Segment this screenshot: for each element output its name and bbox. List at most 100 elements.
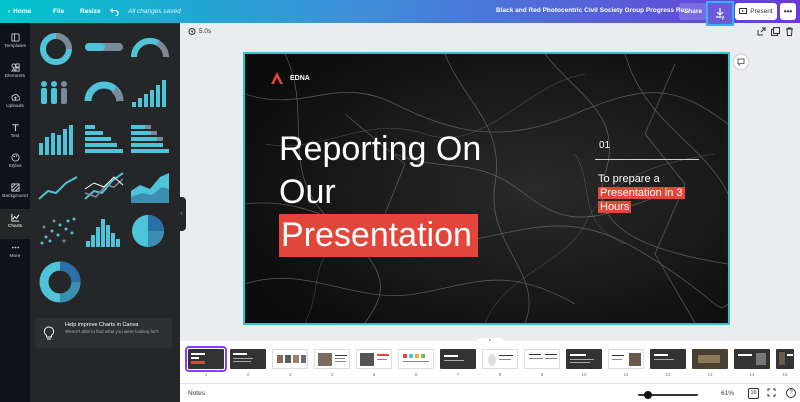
lightbulb-icon [43, 326, 55, 340]
notes-button[interactable]: Notes [188, 390, 205, 397]
timer-icon [188, 28, 196, 35]
chevron-left-icon: ‹ [180, 211, 183, 217]
area-chart-thumbnail[interactable] [130, 171, 170, 203]
sidebar-item-templates[interactable]: Templates [0, 29, 30, 59]
multi-line-chart-thumbnail[interactable] [84, 171, 124, 203]
sidebar-item-styles[interactable]: Styles [0, 149, 30, 179]
page-thumbnail[interactable] [230, 349, 266, 369]
page-thumbnail[interactable] [440, 349, 476, 369]
help-title: Help improve Charts in Canva [65, 322, 139, 328]
page-number: 10 [581, 372, 587, 377]
more-icon [11, 246, 19, 249]
resize-button[interactable]: Resize [80, 0, 101, 23]
stacked-bar-chart-thumbnail[interactable] [130, 123, 170, 155]
sidebar-item-background[interactable]: Background [0, 179, 30, 209]
page-number: 5 [372, 372, 376, 377]
add-comment-button[interactable] [734, 55, 748, 69]
help-body: Weren't able to find what you were looki… [65, 329, 159, 334]
donut-segments-thumbnail[interactable] [38, 260, 82, 304]
page-number: 13 [707, 372, 713, 377]
share-button[interactable]: Share [679, 3, 707, 20]
zoom-level[interactable]: 61% [721, 390, 734, 397]
scatter-plot-thumbnail[interactable] [38, 215, 78, 247]
histogram-thumbnail[interactable] [84, 215, 124, 247]
brand-logo-icon [271, 72, 283, 84]
styles-icon [10, 153, 20, 162]
line-chart-thumbnail[interactable] [38, 173, 78, 201]
help-improve-card[interactable]: Help improve Charts in Canva Weren't abl… [35, 318, 172, 348]
page-thumbnail[interactable] [482, 349, 518, 369]
download-button[interactable] [706, 1, 734, 26]
slide-number: 01 [599, 140, 611, 151]
subtitle-line-1: To prepare a [598, 173, 660, 185]
page-thumbnail[interactable] [356, 349, 392, 369]
duplicate-page-icon[interactable] [771, 27, 780, 36]
divider-line [595, 159, 699, 160]
page-number: 1 [204, 372, 208, 377]
page-thumbnail[interactable] [650, 349, 686, 369]
page-count-button[interactable]: 16 [748, 388, 759, 399]
subtitle-line-3: Hours [598, 201, 632, 213]
sidebar-item-text[interactable]: Text [0, 119, 30, 149]
page-number: 6 [414, 372, 418, 377]
sidebar-item-charts[interactable]: Charts [0, 209, 30, 239]
slide-canvas[interactable]: EDNA Reporting On Our Presentation 01 To… [243, 52, 730, 325]
page-number: 9 [540, 372, 544, 377]
donut-chart-thumbnail[interactable] [38, 31, 74, 67]
slide-timer[interactable]: 5.0s [188, 27, 211, 35]
page-thumbnail[interactable] [272, 349, 308, 369]
subtitle-line-2: Presentation in 3 [598, 187, 685, 199]
page-number: 3 [288, 372, 292, 377]
file-menu[interactable]: File [53, 0, 64, 23]
text-icon [11, 124, 19, 132]
share-page-icon[interactable] [757, 27, 766, 36]
page-thumbnail[interactable] [566, 349, 602, 369]
people-chart-thumbnail[interactable] [38, 80, 74, 106]
gauge-chart-thumbnail[interactable] [84, 81, 124, 103]
collapse-panel-button[interactable]: ‹ [177, 197, 186, 231]
save-status: All changes saved [128, 8, 181, 15]
sidebar-item-elements[interactable]: Elements [0, 59, 30, 89]
page-thumbnail[interactable] [314, 349, 350, 369]
brand-logo: EDNA [271, 72, 310, 84]
page-thumbnail[interactable] [776, 349, 794, 369]
page-number: 11 [623, 372, 629, 377]
half-dial-thumbnail[interactable] [130, 35, 170, 59]
page-thumbnail[interactable] [398, 349, 434, 369]
fullscreen-icon[interactable] [767, 388, 776, 397]
undo-button[interactable] [110, 0, 119, 23]
sidebar-item-more[interactable]: More [0, 239, 30, 269]
more-options-button[interactable]: ••• [780, 3, 796, 20]
bottom-bar: Notes 61% 16 ? [180, 383, 800, 402]
bar-chart-ascending-thumbnail[interactable] [130, 78, 170, 108]
page-thumbnail[interactable] [692, 349, 728, 369]
zoom-slider-handle[interactable] [644, 391, 652, 399]
help-button[interactable]: ? [786, 388, 796, 398]
page-thumbnail[interactable] [734, 349, 770, 369]
undo-icon [110, 8, 119, 16]
top-bar: ‹ Home File Resize All changes saved Blac… [0, 0, 800, 26]
headline-line-3: Presentation [279, 214, 478, 257]
document-title[interactable]: Black and Red Photocentric Civil Society… [496, 7, 690, 14]
background-icon [10, 183, 20, 192]
page-thumbnail[interactable] [185, 346, 227, 372]
slide-subtitle: To prepare a Presentation in 3 Hours [598, 172, 685, 214]
home-button[interactable]: ‹ Home [8, 0, 31, 23]
page-number: 14 [749, 372, 755, 377]
slide-headline: Reporting On Our Presentation [279, 128, 481, 257]
headline-line-1: Reporting On [279, 130, 482, 168]
pie-chart-thumbnail[interactable] [130, 213, 166, 249]
sidebar-item-uploads[interactable]: Uploads [0, 89, 30, 119]
headline-line-2: Our [279, 173, 336, 211]
page-thumbnail[interactable] [524, 349, 560, 369]
column-chart-thumbnail[interactable] [38, 123, 78, 155]
present-button[interactable]: Present [735, 3, 777, 20]
horizontal-bar-chart-thumbnail[interactable] [84, 123, 124, 155]
delete-page-icon[interactable] [785, 27, 794, 36]
page-number: 4 [330, 372, 334, 377]
progress-bar-thumbnail[interactable] [84, 41, 124, 53]
brand-name: EDNA [290, 74, 310, 82]
page-thumbnail[interactable] [608, 349, 644, 369]
page-number: 7 [456, 372, 460, 377]
download-icon [716, 7, 725, 21]
